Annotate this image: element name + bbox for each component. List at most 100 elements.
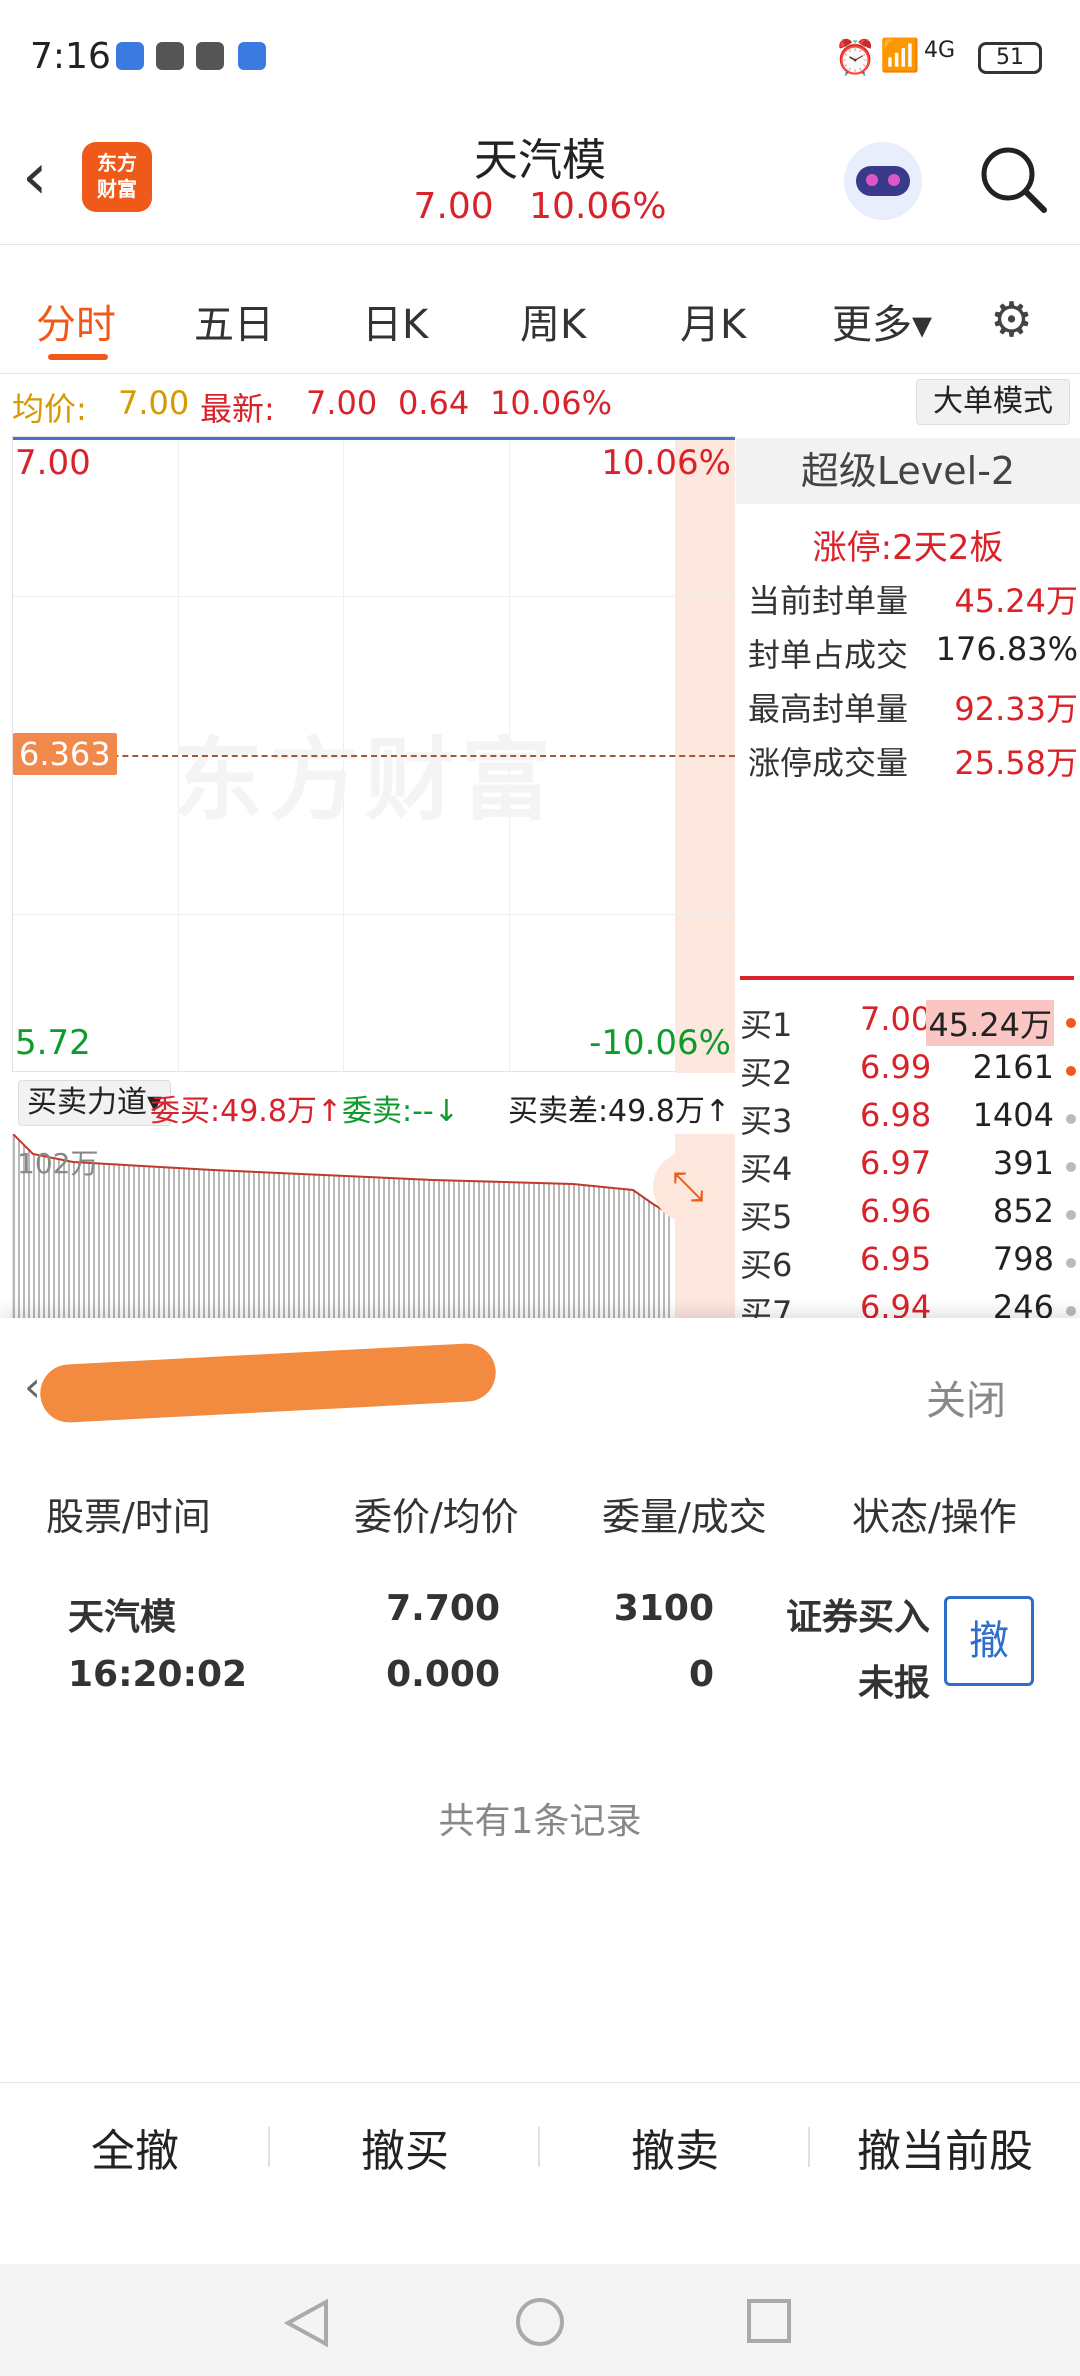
avg-value: 7.00: [118, 384, 190, 422]
gear-icon[interactable]: ⚙: [990, 292, 1033, 348]
tab-intraday[interactable]: 分时: [36, 292, 116, 350]
bid-row[interactable]: 买1 7.00 45.24万: [740, 1000, 1080, 1048]
app-notification-icon: [116, 42, 144, 70]
alarm-icon: ⏰: [834, 38, 877, 78]
mid-price-tag: 6.363: [13, 733, 117, 775]
bid-price: 7.00: [860, 1000, 932, 1038]
column-header: 委量/成交: [602, 1495, 767, 1539]
grid-line: [13, 914, 735, 915]
bid-label: 买5: [740, 1198, 793, 1236]
stat-value: 25.58万: [954, 744, 1078, 782]
expand-icon[interactable]: ⤡: [653, 1152, 723, 1222]
order-row[interactable]: 天汽模 16:20:02 7.700 0.000 3100 0 证券买入 未报: [0, 1580, 1080, 1704]
app-notification-icon: [238, 42, 266, 70]
cancel-order-button[interactable]: 撤: [944, 1596, 1034, 1686]
volume-chart[interactable]: 102万 ⤡: [12, 1134, 735, 1320]
indicator-select[interactable]: 买卖力道▾: [18, 1080, 172, 1126]
watermark: 东方财富: [173, 728, 557, 833]
cancel-current-stock-button[interactable]: 撤当前股: [810, 2115, 1080, 2179]
nav-back-icon[interactable]: [284, 2298, 330, 2348]
level2-panel: 超级Level-2 涨停:2天2板 当前封单量 45.24万 封单占成交 176…: [736, 438, 1080, 1318]
column-header: 状态/操作: [852, 1495, 1017, 1539]
order-book-divider: [740, 976, 1074, 980]
bid-volume: 委买:49.8万↑: [150, 1094, 343, 1129]
order-qty: 3100: [613, 1588, 714, 1629]
bid-qty: 391: [992, 1144, 1054, 1182]
bid-dot-icon: [1066, 1018, 1076, 1028]
stock-change-pct: 10.06%: [529, 186, 667, 227]
bid-row[interactable]: 买4 6.97 391: [740, 1144, 1080, 1192]
volume-max-label: 102万: [17, 1147, 99, 1180]
intraday-chart[interactable]: 东方财富 7.00 10.06% 6.363 5.72 -10.06%: [12, 436, 735, 1073]
bid-row[interactable]: 买6 6.95 798: [740, 1240, 1080, 1288]
latest-label: 最新:: [200, 390, 275, 428]
tab-monthly-k[interactable]: 月K: [680, 292, 746, 350]
system-nav-bar: [0, 2264, 1080, 2376]
bid-dot-icon: [1066, 1114, 1076, 1124]
bid-dot-icon: [1066, 1258, 1076, 1268]
column-header: 委价/均价: [354, 1495, 519, 1539]
level2-title[interactable]: 超级Level-2: [736, 438, 1080, 504]
order-avg-price: 0.000: [386, 1654, 500, 1695]
bid-label: 买4: [740, 1150, 793, 1188]
stock-header: ‹ 东方 财富 天汽模 7.00 10.06%: [0, 120, 1080, 245]
tab-five-day[interactable]: 五日: [194, 292, 274, 350]
tab-weekly-k[interactable]: 周K: [520, 292, 586, 350]
bid-qty: 246: [992, 1288, 1054, 1318]
order-action: 证券买入: [785, 1597, 930, 1638]
network-type: 4G: [924, 38, 956, 63]
cancel-all-button[interactable]: 全撤: [0, 2115, 270, 2179]
bid-label: 买1: [740, 1006, 793, 1044]
bid-qty: 1404: [972, 1096, 1054, 1134]
robot-assistant-icon[interactable]: [844, 142, 922, 220]
order-status: 未报: [857, 1663, 930, 1704]
active-tab-indicator: [48, 354, 108, 360]
volume-bars: [13, 1134, 674, 1320]
bid-label: 买3: [740, 1102, 793, 1140]
bid-row[interactable]: 买2 6.99 2161: [740, 1048, 1080, 1096]
bid-row[interactable]: 买3 6.98 1404: [740, 1096, 1080, 1144]
bid-label: 买6: [740, 1246, 793, 1284]
nav-recents-icon[interactable]: [746, 2298, 792, 2344]
big-order-mode-button[interactable]: 大单模式: [916, 379, 1070, 425]
seal-stat-row: 当前封单量 45.24万: [748, 576, 1078, 620]
stat-value: 92.33万: [954, 690, 1078, 728]
price-info-row: 均价: 7.00 最新: 7.00 0.64 10.06% 大单模式: [0, 374, 1080, 434]
seal-stat-row: 封单占成交 176.83%: [748, 630, 1078, 674]
cancel-buy-button[interactable]: 撤买: [270, 2115, 540, 2179]
stat-value: 176.83%: [935, 630, 1078, 668]
stat-label: 当前封单量: [748, 582, 909, 620]
ask-volume: 委卖:--↓: [342, 1094, 459, 1129]
latest-value: 7.00: [306, 384, 378, 422]
order-price: 7.700: [386, 1588, 500, 1629]
bid-row[interactable]: 买5 6.96 852: [740, 1192, 1080, 1240]
cancel-sell-button[interactable]: 撤卖: [540, 2115, 810, 2179]
tab-more[interactable]: 更多▾: [832, 292, 932, 350]
chart-tabs: 分时 五日 日K 周K 月K 更多▾ ⚙: [0, 262, 1080, 374]
bid-row[interactable]: 买7 6.94 246: [740, 1288, 1080, 1318]
stat-label: 最高封单量: [748, 690, 909, 728]
bottom-price-label: 5.72: [15, 1023, 91, 1063]
close-button[interactable]: 关闭: [926, 1368, 1006, 1426]
change-pct: 10.06%: [490, 384, 613, 422]
bottom-pct-label: -10.06%: [589, 1023, 731, 1063]
chevron-left-icon[interactable]: ‹: [24, 1362, 41, 1411]
limit-label: 涨停:: [812, 528, 893, 568]
app-notification-icon: [156, 42, 184, 70]
stat-value: 45.24万: [954, 582, 1078, 620]
stat-label: 涨停成交量: [748, 744, 909, 782]
nav-home-icon[interactable]: [514, 2296, 566, 2348]
order-stock: 天汽模: [68, 1597, 177, 1638]
buy-sell-power-bar: 买卖力道▾ 委买:49.8万↑ 委卖:--↓ 买卖差:49.8万↑: [12, 1076, 734, 1132]
bid-price: 6.98: [860, 1096, 932, 1134]
order-time: 16:20:02: [68, 1654, 248, 1695]
tab-daily-k[interactable]: 日K: [362, 292, 428, 350]
stock-price: 7.00: [413, 186, 494, 227]
bid-price: 6.94: [860, 1288, 932, 1318]
column-header: 股票/时间: [46, 1495, 211, 1539]
avg-line: [13, 755, 735, 757]
status-time: 7:16: [30, 36, 111, 77]
search-icon[interactable]: [976, 142, 1050, 220]
app-notification-icon: [196, 42, 224, 70]
order-sheet: ‹ 关闭 股票/时间 委价/均价 委量/成交 状态/操作 天汽模 16:20:0…: [0, 1318, 1080, 2376]
